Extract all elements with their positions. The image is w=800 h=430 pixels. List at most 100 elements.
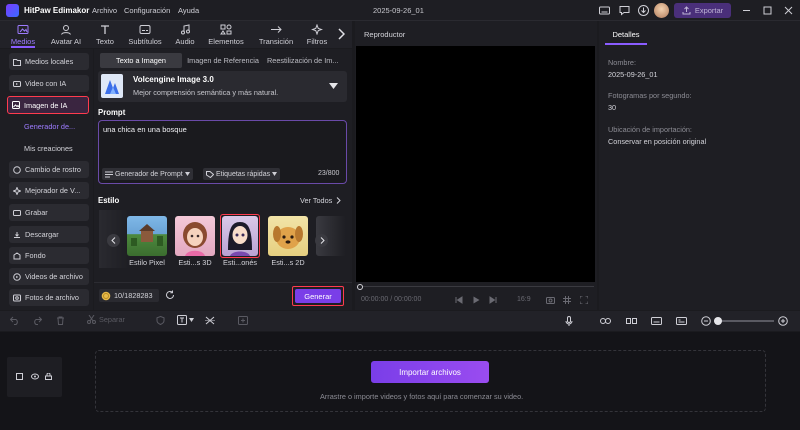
elements-icon bbox=[220, 24, 232, 35]
microphone-icon[interactable] bbox=[565, 316, 573, 326]
camera-icon[interactable] bbox=[546, 296, 555, 304]
zoom-out-icon[interactable] bbox=[701, 316, 711, 326]
refresh-icon[interactable] bbox=[165, 290, 175, 300]
nav-sub-mis-creaciones[interactable]: Mis creaciones bbox=[24, 144, 73, 153]
zoom-slider[interactable] bbox=[714, 320, 774, 322]
tab-medios[interactable]: Medios bbox=[5, 21, 41, 48]
tab-filtros[interactable]: Filtros bbox=[302, 21, 332, 48]
maximize-icon[interactable] bbox=[761, 4, 774, 17]
add-media-icon[interactable] bbox=[238, 316, 248, 325]
model-selector[interactable]: Volcengine Image 3.0 Mejor comprensión s… bbox=[98, 71, 347, 102]
model-description: Mejor comprensión semántica y más natura… bbox=[133, 88, 279, 97]
minimize-icon[interactable] bbox=[740, 4, 753, 17]
redo-icon[interactable] bbox=[32, 316, 42, 325]
quick-tags-button[interactable]: Etiquetas rápidas bbox=[203, 168, 281, 180]
nav-imagen-de-ia[interactable]: Imagen de IA bbox=[7, 96, 89, 114]
shield-icon[interactable] bbox=[156, 316, 165, 325]
feedback-icon[interactable] bbox=[618, 4, 631, 17]
tabs-next-icon[interactable] bbox=[337, 28, 345, 40]
prev-frame-icon[interactable] bbox=[455, 296, 463, 304]
menu-archivo[interactable]: Archivo bbox=[92, 6, 117, 15]
subtab-imagen-de-referencia[interactable]: Imagen de Referencia bbox=[183, 53, 263, 68]
menu-configuracion[interactable]: Configuración bbox=[124, 6, 170, 15]
close-icon[interactable] bbox=[782, 4, 795, 17]
fullscreen-icon[interactable] bbox=[580, 296, 588, 304]
generate-button[interactable]: Generar bbox=[292, 286, 344, 306]
chevron-right-icon bbox=[320, 237, 325, 244]
export-button[interactable]: Exportar bbox=[674, 3, 731, 18]
scissors-icon bbox=[87, 315, 96, 324]
nav-video-con-ia[interactable]: Video con IA bbox=[9, 75, 89, 92]
style-thumb-japanese[interactable] bbox=[222, 216, 258, 256]
aspect-ratio[interactable]: 16:9 bbox=[517, 296, 531, 303]
nav-sub-generador[interactable]: Generador de... bbox=[24, 122, 75, 131]
app-name: HitPaw Edimakor bbox=[24, 6, 90, 15]
subtitle-track-icon[interactable] bbox=[676, 317, 687, 325]
grid-icon[interactable] bbox=[563, 296, 571, 304]
tab-elementos[interactable]: Elementos bbox=[203, 21, 249, 48]
download-icon bbox=[14, 231, 20, 238]
track-visibility-icon[interactable] bbox=[31, 373, 39, 380]
background-icon bbox=[13, 251, 21, 259]
scrubber-handle[interactable] bbox=[357, 284, 363, 290]
menu-ayuda[interactable]: Ayuda bbox=[178, 6, 199, 15]
nav-fotos-de-archivo[interactable]: Fotos de archivo bbox=[9, 289, 89, 306]
nav-mejorador[interactable]: Mejorador de V... bbox=[9, 182, 89, 199]
style-thumb-2d[interactable] bbox=[268, 216, 308, 256]
download-icon[interactable] bbox=[637, 4, 650, 17]
avatar-icon bbox=[61, 25, 71, 35]
split-button[interactable]: Separar bbox=[87, 315, 125, 324]
nav-videos-de-archivo[interactable]: Videos de archivo bbox=[9, 268, 89, 285]
text-tool-button[interactable] bbox=[177, 315, 194, 325]
list-icon bbox=[105, 171, 113, 177]
model-logo-icon bbox=[101, 74, 123, 98]
media-icon bbox=[17, 25, 29, 34]
nav-cambio-de-rostro[interactable]: Cambio de rostro bbox=[9, 161, 89, 178]
style-next-button[interactable] bbox=[315, 234, 328, 247]
subtab-reestilizacion[interactable]: Reestilización de Im... bbox=[264, 53, 348, 68]
tab-avatar-ai[interactable]: Avatar AI bbox=[45, 21, 87, 48]
folder-icon bbox=[13, 58, 21, 66]
next-frame-icon[interactable] bbox=[489, 296, 497, 304]
chevron-down-icon[interactable] bbox=[329, 83, 338, 89]
zoom-slider-handle[interactable] bbox=[714, 317, 722, 325]
nav-medios-locales[interactable]: Medios locales bbox=[9, 53, 89, 70]
see-all-styles-link[interactable]: Ver Todos bbox=[300, 196, 342, 205]
style-thumb-3d[interactable] bbox=[175, 216, 215, 256]
caption-track-icon[interactable] bbox=[651, 317, 662, 325]
style-label-3d: Esti...s 3D bbox=[178, 258, 212, 267]
subtab-texto-a-imagen[interactable]: Texto a Imagen bbox=[100, 53, 182, 68]
prompt-text: una chica en una bosque bbox=[103, 125, 187, 134]
tab-texto[interactable]: Texto bbox=[90, 21, 120, 48]
track-split-icon[interactable] bbox=[626, 317, 637, 325]
keyboard-icon[interactable] bbox=[598, 4, 611, 17]
zoom-in-icon[interactable] bbox=[778, 316, 788, 326]
play-icon[interactable] bbox=[472, 296, 480, 304]
prompt-generator-button[interactable]: Generador de Prompt bbox=[102, 168, 193, 180]
export-icon bbox=[682, 6, 691, 15]
link-icon[interactable] bbox=[600, 317, 611, 325]
chevron-right-icon bbox=[336, 197, 342, 204]
style-thumb-pixel[interactable] bbox=[127, 216, 167, 256]
style-label-pixel: Estilo Pixel bbox=[129, 258, 165, 267]
nav-grabar[interactable]: Grabar bbox=[9, 204, 89, 221]
face-swap-icon bbox=[13, 165, 21, 174]
tab-audio[interactable]: Audio bbox=[170, 21, 200, 48]
crop-icon[interactable] bbox=[205, 316, 215, 325]
nav-descargar[interactable]: Descargar bbox=[9, 226, 89, 243]
tab-transicion[interactable]: Transición bbox=[253, 21, 299, 48]
chevron-down-icon bbox=[272, 172, 278, 176]
delete-icon[interactable] bbox=[56, 316, 65, 325]
track-lock-icon[interactable] bbox=[45, 373, 52, 380]
style-prev-button[interactable] bbox=[107, 234, 120, 247]
prompt-label: Prompt bbox=[98, 108, 126, 117]
track-display-icon[interactable] bbox=[16, 373, 23, 380]
player-scrubber[interactable] bbox=[360, 286, 594, 287]
avatar[interactable] bbox=[654, 3, 669, 18]
timeline-hint: Arrastre o importe videos y fotos aquí p… bbox=[320, 392, 524, 401]
nav-fondo[interactable]: Fondo bbox=[9, 247, 89, 264]
tab-subtitulos[interactable]: Subtítulos bbox=[123, 21, 167, 48]
import-files-button[interactable]: Importar archivos bbox=[371, 361, 489, 383]
undo-icon[interactable] bbox=[10, 316, 20, 325]
tab-detalles[interactable]: Detalles bbox=[605, 25, 647, 45]
